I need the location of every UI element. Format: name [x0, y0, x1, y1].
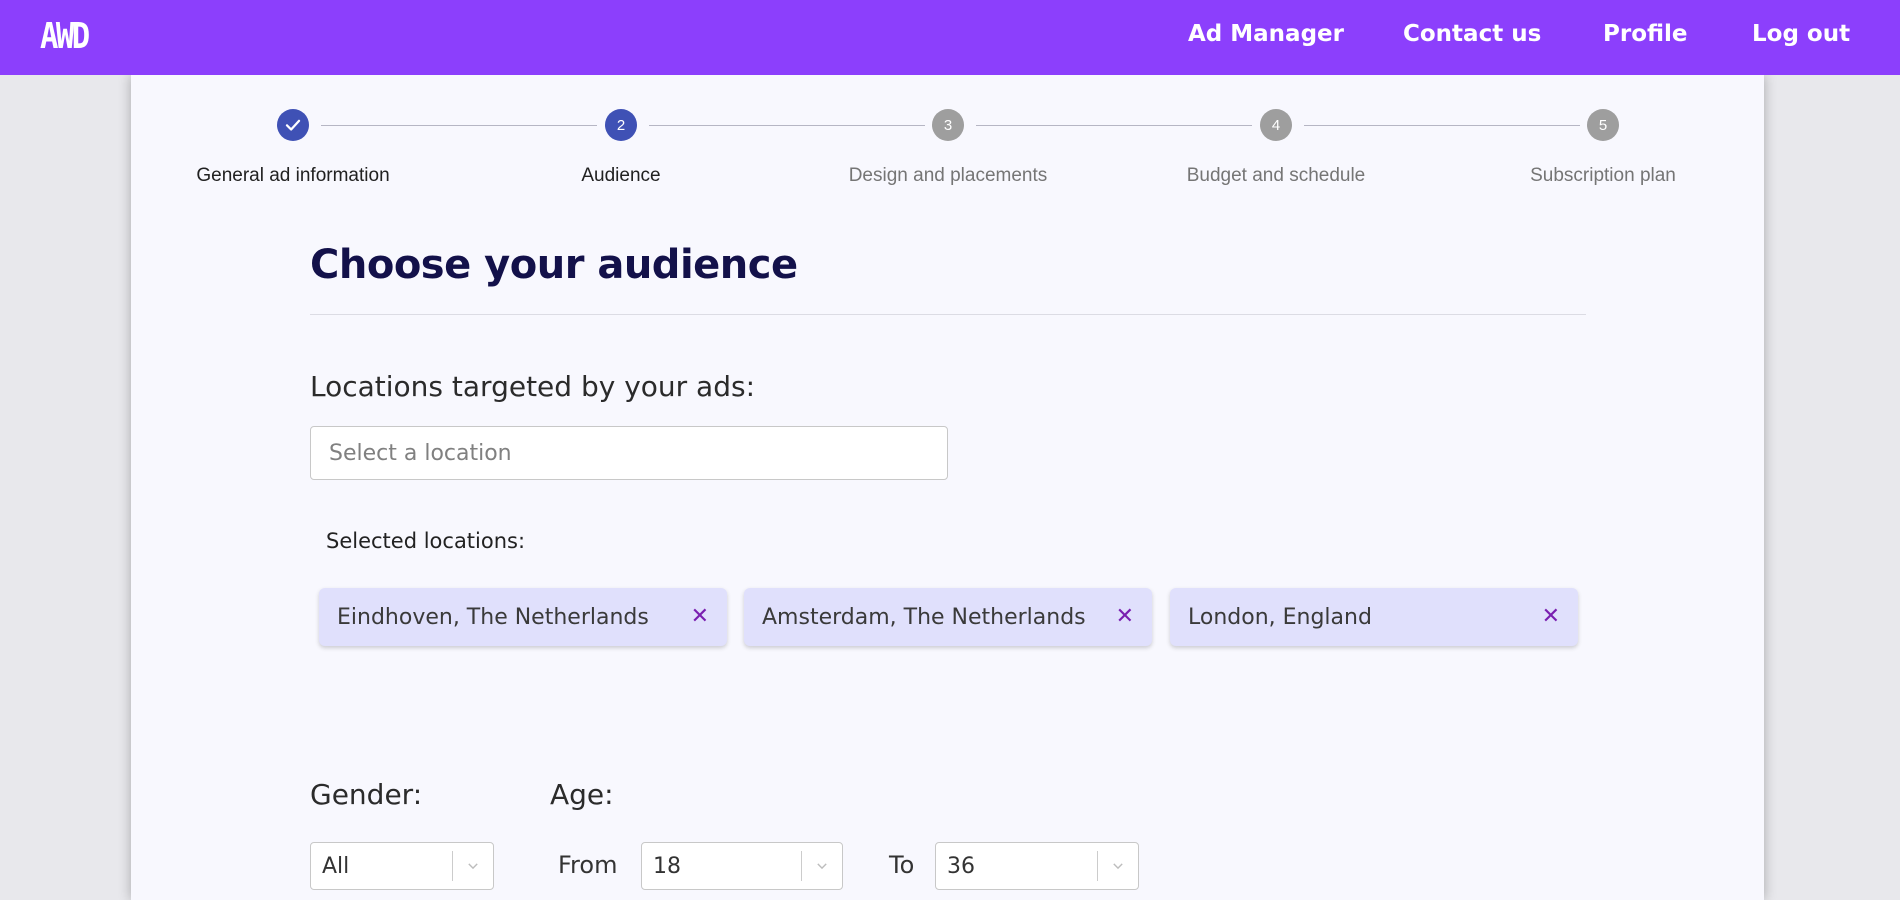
title-divider: [310, 314, 1586, 315]
step-connector: [649, 125, 925, 126]
step-connector: [976, 125, 1252, 126]
age-from-label: From: [558, 851, 618, 879]
age-label: Age:: [550, 778, 614, 811]
gender-select-value: All: [322, 853, 350, 879]
step-4-label: Budget and schedule: [1186, 165, 1366, 186]
nav-ad-manager[interactable]: Ad Manager: [1188, 21, 1344, 47]
nav-contact-us[interactable]: Contact us: [1403, 21, 1541, 47]
location-chip-label: London, England: [1188, 604, 1372, 630]
step-1-indicator[interactable]: [277, 109, 309, 141]
step-2-label[interactable]: Audience: [471, 165, 771, 187]
nav-log-out[interactable]: Log out: [1752, 21, 1850, 47]
step-connector: [1304, 125, 1580, 126]
chevron-down-icon[interactable]: [1098, 859, 1138, 873]
close-icon[interactable]: ✕: [1542, 606, 1560, 628]
age-from-value: 18: [653, 853, 681, 879]
step-3-indicator: 3: [932, 109, 964, 141]
step-1-label[interactable]: General ad information: [143, 165, 443, 187]
top-navigation-bar: AWD Ad Manager Contact us Profile Log ou…: [0, 0, 1900, 75]
location-chip-label: Eindhoven, The Netherlands: [337, 604, 649, 630]
step-3-label: Design and placements: [848, 165, 1048, 186]
gender-select[interactable]: All: [310, 842, 494, 890]
age-to-label: To: [889, 851, 915, 879]
chevron-down-icon[interactable]: [453, 859, 493, 873]
location-search-input[interactable]: [310, 426, 948, 480]
brand-logo[interactable]: AWD: [40, 16, 90, 58]
page-title: Choose your audience: [310, 242, 798, 288]
age-from-select[interactable]: 18: [641, 842, 843, 890]
location-chip: Amsterdam, The Netherlands ✕: [744, 588, 1152, 646]
main-card: 2 3 4 5 General ad information Audience …: [131, 75, 1764, 900]
step-5-label: Subscription plan: [1530, 165, 1676, 186]
close-icon[interactable]: ✕: [691, 606, 709, 628]
step-5-indicator: 5: [1587, 109, 1619, 141]
location-chip-label: Amsterdam, The Netherlands: [762, 604, 1086, 630]
step-connector: [321, 125, 597, 126]
checkmark-icon: [285, 119, 301, 131]
location-chip: Eindhoven, The Netherlands ✕: [319, 588, 727, 646]
location-chip: London, England ✕: [1170, 588, 1578, 646]
step-2-indicator[interactable]: 2: [605, 109, 637, 141]
gender-label: Gender:: [310, 778, 423, 811]
chevron-down-icon[interactable]: [802, 859, 842, 873]
selected-locations-label: Selected locations:: [326, 529, 526, 553]
step-4-indicator: 4: [1260, 109, 1292, 141]
close-icon[interactable]: ✕: [1116, 606, 1134, 628]
locations-section-label: Locations targeted by your ads:: [310, 370, 756, 403]
nav-profile[interactable]: Profile: [1603, 21, 1688, 47]
age-to-select[interactable]: 36: [935, 842, 1139, 890]
age-to-value: 36: [947, 853, 975, 879]
